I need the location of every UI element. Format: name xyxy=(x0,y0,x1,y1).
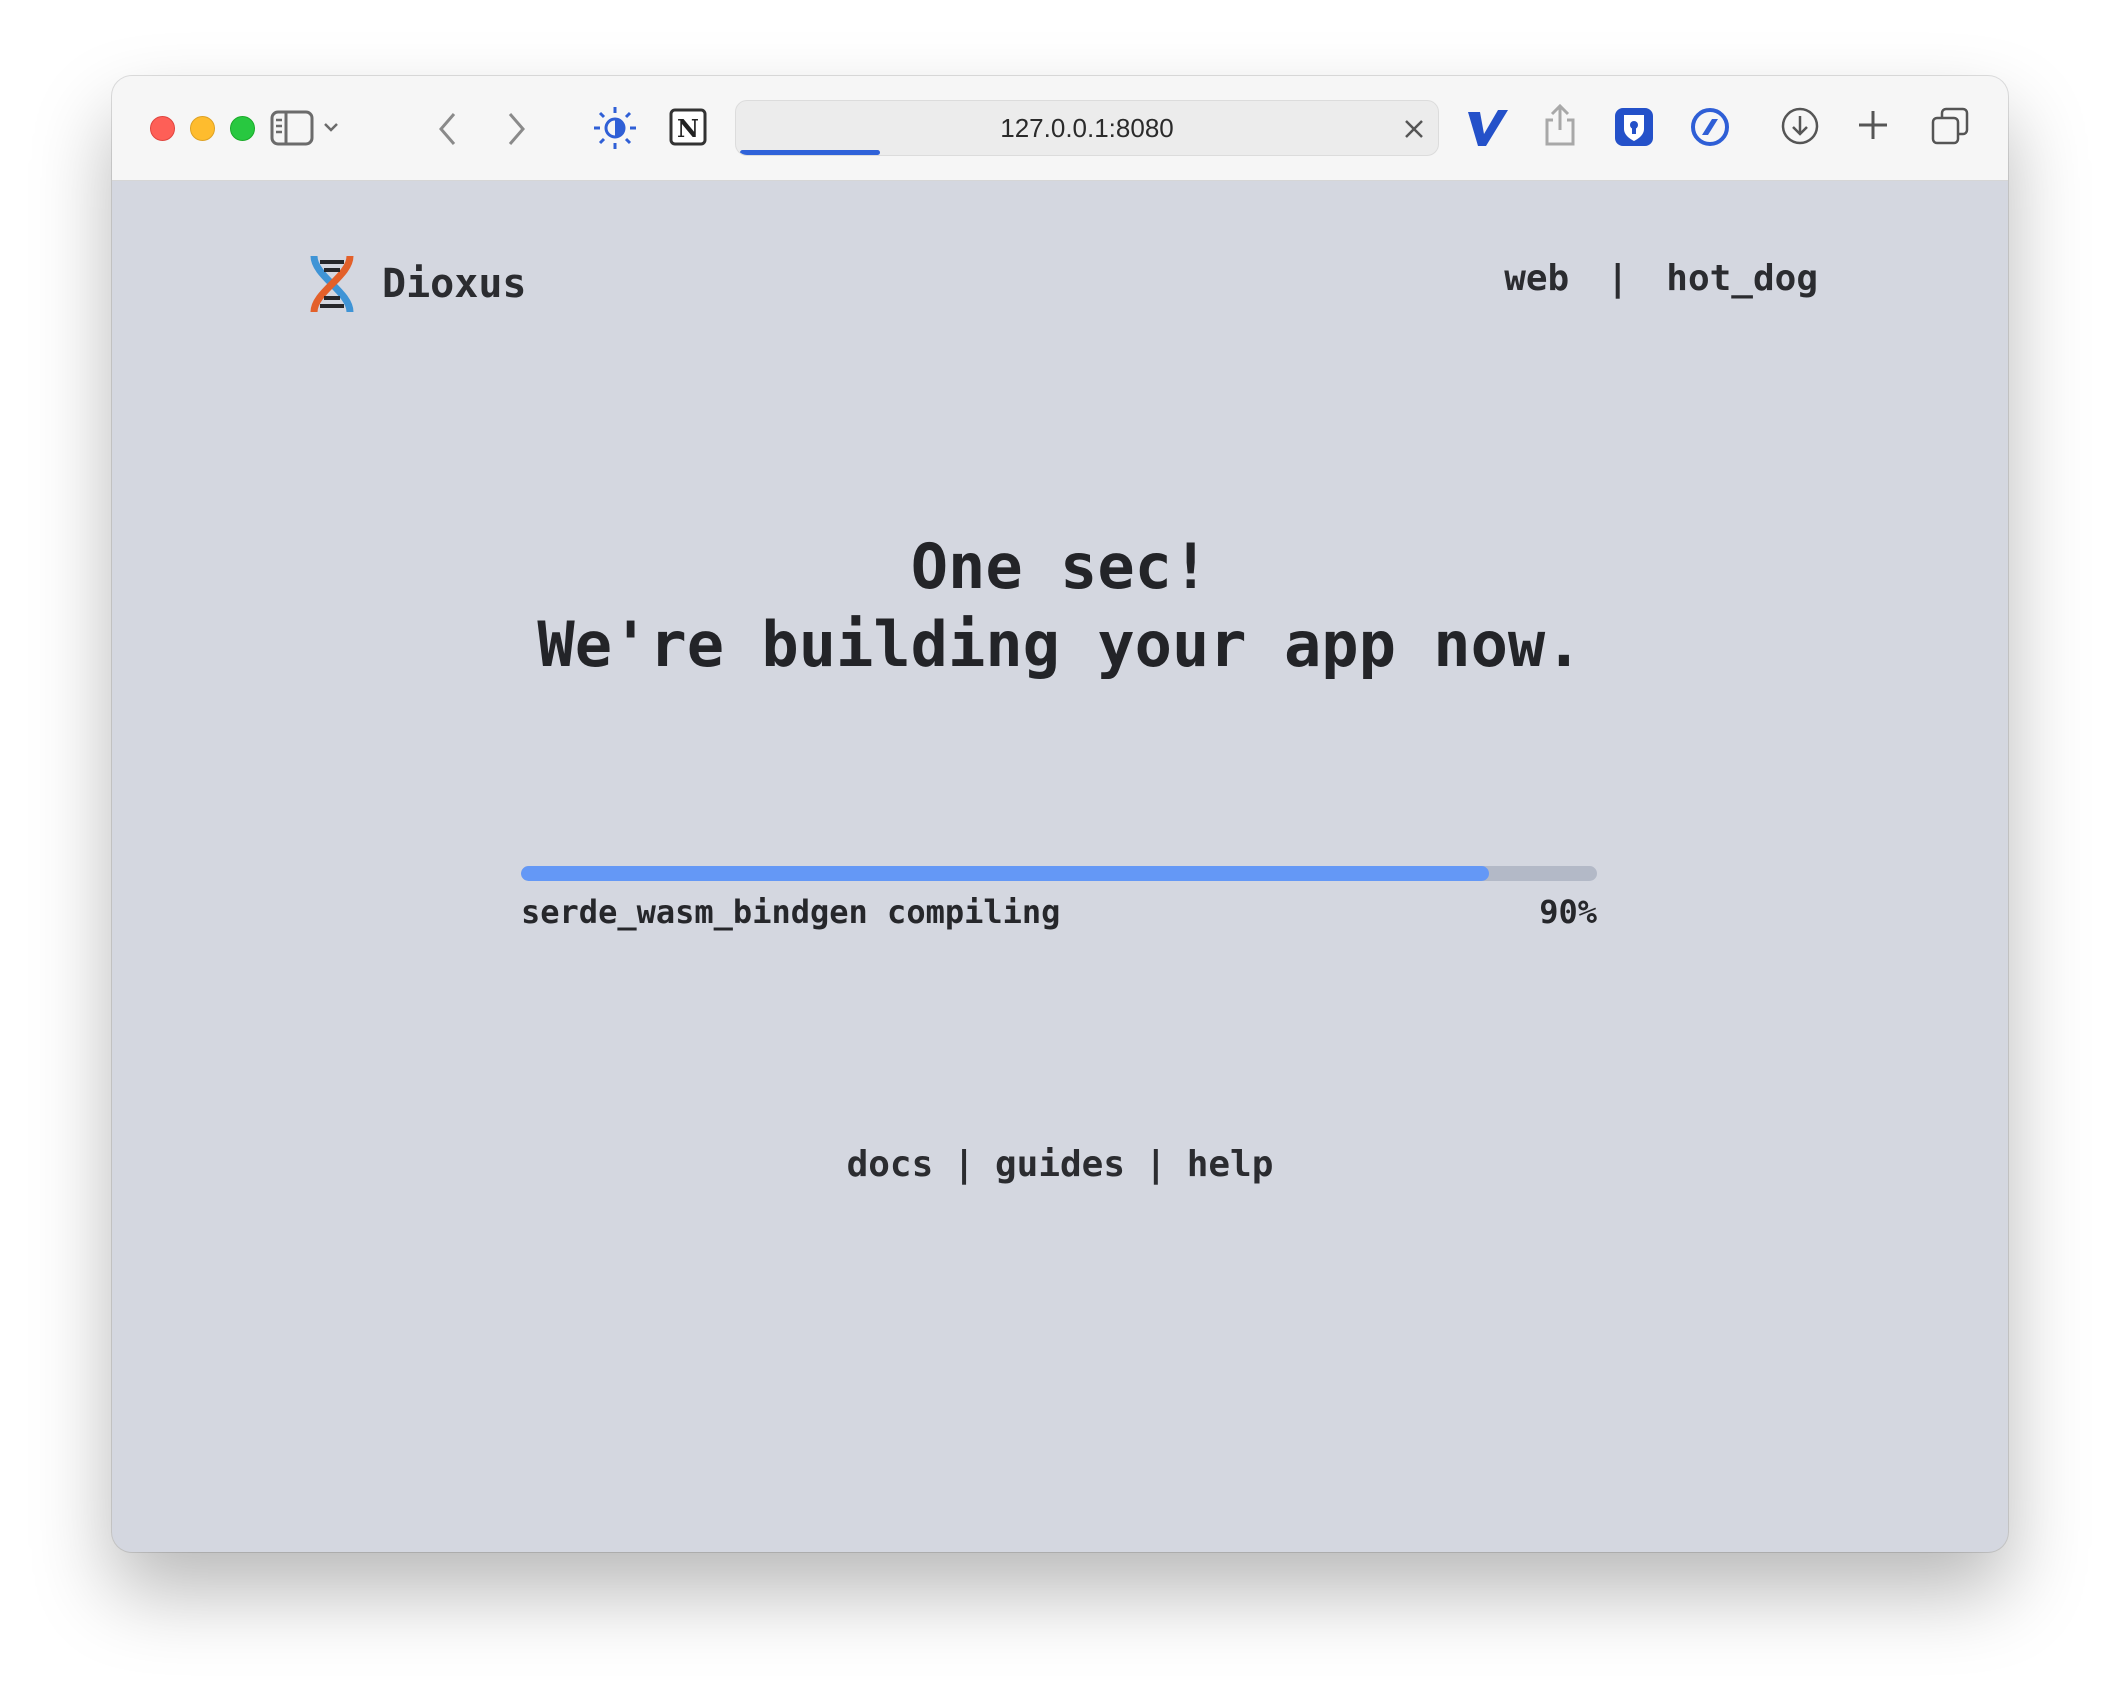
guides-link[interactable]: guides xyxy=(995,1144,1125,1185)
zoom-window-button[interactable] xyxy=(230,116,255,141)
page-load-progress xyxy=(740,150,881,155)
notion-icon[interactable]: N xyxy=(668,107,708,147)
back-icon[interactable] xyxy=(436,110,460,148)
browser-window: N 127.0.0.1:8080 Dioxus web | hot_dog On… xyxy=(112,76,2008,1552)
close-icon[interactable] xyxy=(1400,115,1428,148)
url-text: 127.0.0.1:8080 xyxy=(1000,112,1174,143)
new-tab-icon[interactable] xyxy=(1856,108,1890,142)
svg-text:N: N xyxy=(677,114,699,143)
progress-meta: serde_wasm_bindgen compiling 90% xyxy=(521,893,1597,931)
close-window-button[interactable] xyxy=(150,116,175,141)
help-link[interactable]: help xyxy=(1187,1144,1274,1185)
progress-track xyxy=(521,866,1597,881)
share-icon[interactable] xyxy=(1542,102,1578,148)
progress-percent: 90% xyxy=(1539,893,1597,931)
bitwarden-icon[interactable] xyxy=(1612,105,1656,149)
app-name-label: hot_dog xyxy=(1666,258,1818,299)
forward-icon[interactable] xyxy=(504,110,528,148)
footer-links: docs | guides | help xyxy=(112,1144,2008,1185)
docs-link[interactable]: docs xyxy=(847,1144,934,1185)
page-content: Dioxus web | hot_dog One sec! We're buil… xyxy=(112,182,2008,1552)
minimize-window-button[interactable] xyxy=(190,116,215,141)
browser-toolbar: N 127.0.0.1:8080 xyxy=(112,76,2008,181)
build-target: web | hot_dog xyxy=(1504,258,1818,299)
headline-line-1: One sec! xyxy=(910,530,1210,603)
platform-label: web xyxy=(1504,258,1570,299)
build-progress: serde_wasm_bindgen compiling 90% xyxy=(521,866,1597,931)
headline-line-2: We're building your app now. xyxy=(537,608,1583,681)
brand-name: Dioxus xyxy=(382,261,527,307)
blocker-icon[interactable] xyxy=(1688,105,1732,149)
page-title: One sec! We're building your app now. xyxy=(112,528,2008,684)
dioxus-logo-icon xyxy=(310,255,354,313)
separator: | xyxy=(1145,1144,1167,1185)
brightness-icon[interactable] xyxy=(592,105,638,151)
separator: | xyxy=(1606,258,1629,299)
sidebar-icon[interactable] xyxy=(270,110,314,146)
vimlike-icon[interactable] xyxy=(1464,104,1510,150)
chevron-down-icon[interactable] xyxy=(322,120,340,134)
progress-status: serde_wasm_bindgen compiling xyxy=(521,893,1061,931)
address-bar[interactable]: 127.0.0.1:8080 xyxy=(735,100,1439,156)
download-icon[interactable] xyxy=(1780,106,1820,146)
progress-fill xyxy=(521,866,1490,881)
brand[interactable]: Dioxus xyxy=(308,254,527,314)
separator: | xyxy=(953,1144,975,1185)
tabs-overview-icon[interactable] xyxy=(1930,106,1970,146)
